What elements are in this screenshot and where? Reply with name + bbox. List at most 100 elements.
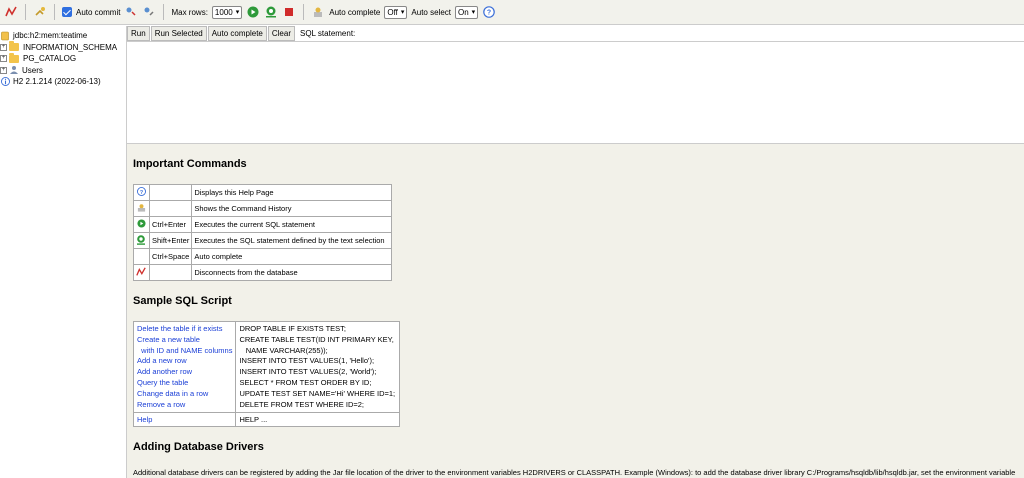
command-key <box>148 184 193 201</box>
sample-link[interactable]: Add another row <box>137 367 232 378</box>
tree-item[interactable]: + INFORMATION_SCHEMA <box>0 41 126 54</box>
info-icon <box>0 77 10 87</box>
commit-icon[interactable] <box>124 5 138 19</box>
sample-sql-line: INSERT INTO TEST VALUES(2, 'World'); <box>239 367 377 377</box>
sql-toolbar: Run Run Selected Auto complete Clear SQL… <box>127 26 1024 41</box>
chevron-down-icon: ▾ <box>471 9 476 16</box>
drivers-title: Adding Database Drivers <box>133 441 264 454</box>
command-key <box>148 200 193 217</box>
auto-complete-select[interactable]: Off ▾ <box>384 5 408 19</box>
sample-sql-line: CREATE TABLE TEST(ID INT PRIMARY KEY, <box>239 334 394 344</box>
auto-complete-label: Auto complete <box>329 7 381 17</box>
command-key: Ctrl+Enter <box>148 216 193 233</box>
commands-table: ? Displays this Help Page Shows the Comm… <box>133 184 393 281</box>
sample-sql-line: DROP TABLE IF EXISTS TEST; <box>239 324 347 333</box>
auto-select-select[interactable]: On ▾ <box>455 5 479 19</box>
command-desc: Shows the Command History <box>191 200 393 217</box>
max-rows-value: 1000 <box>214 7 233 17</box>
object-tree: jdbc:h2:mem:teatime + INFORMATION_SCHEMA… <box>0 26 126 478</box>
drivers-text: Additional database drivers can be regis… <box>133 468 1016 478</box>
run-selected-button[interactable]: Run Selected <box>150 26 207 41</box>
sample-sql-line: UPDATE TEST SET NAME='Hi' WHERE ID=1; <box>239 388 396 398</box>
command-desc: Auto complete <box>191 248 393 265</box>
sample-link[interactable]: Query the table <box>137 378 232 389</box>
refresh-icon[interactable] <box>33 5 47 19</box>
run-icon[interactable] <box>246 5 260 19</box>
max-rows-select[interactable]: 1000 ▾ <box>211 5 243 19</box>
sample-sql-line: SELECT * FROM TEST ORDER BY ID; <box>239 377 372 387</box>
command-icon-cell <box>133 232 150 249</box>
chevron-down-icon: ▾ <box>235 9 240 16</box>
sample-link[interactable]: with ID and NAME columns <box>137 346 232 357</box>
sample-sql-line: DELETE FROM TEST WHERE ID=2; <box>239 399 364 409</box>
table-row: Help HELP ... <box>132 412 401 428</box>
help-sql: HELP ... <box>235 412 401 428</box>
sample-sql-line: NAME VARCHAR(255)); <box>239 345 328 355</box>
toolbar-separator <box>25 4 26 20</box>
table-row: Disconnects from the database <box>133 264 393 281</box>
sample-link[interactable]: Change data in a row <box>137 389 232 400</box>
rollback-icon[interactable] <box>142 5 156 19</box>
disconnect-icon <box>136 267 146 277</box>
sample-sql-title: Sample SQL Script <box>133 295 232 307</box>
help-icon[interactable]: ? <box>482 5 496 19</box>
command-key: Shift+Enter <box>148 232 193 249</box>
users-icon <box>9 65 19 75</box>
toolbar-separator <box>54 4 55 20</box>
history-icon[interactable] <box>311 5 325 19</box>
table-row: Ctrl+Enter Executes the current SQL stat… <box>133 216 393 233</box>
expand-icon[interactable]: + <box>0 66 7 74</box>
help-link[interactable]: Help <box>132 412 237 428</box>
command-icon-cell: ? <box>133 184 150 201</box>
table-row: Delete the table if it exists Create a n… <box>132 320 401 414</box>
command-desc: Executes the SQL statement defined by th… <box>191 232 393 249</box>
svg-text:?: ? <box>139 190 142 196</box>
svg-text:?: ? <box>487 10 491 17</box>
tree-version: H2 2.1.214 (2022-06-13) <box>0 76 126 88</box>
command-desc: Displays this Help Page <box>191 184 393 201</box>
sql-editor[interactable] <box>127 41 1024 144</box>
main-pane: Run Run Selected Auto complete Clear SQL… <box>126 26 1024 478</box>
auto-select-label: Auto select <box>411 7 451 17</box>
sample-link[interactable]: Remove a row <box>137 400 232 411</box>
run-selected-icon[interactable] <box>264 5 278 19</box>
connection-label: jdbc:h2:mem:teatime <box>13 31 88 41</box>
clear-button[interactable]: Clear <box>267 26 295 41</box>
run-selected-icon <box>136 234 146 245</box>
auto-commit-label: Auto commit <box>76 7 121 17</box>
help-panel: Important Commands ? Displays this Help … <box>127 144 1024 478</box>
command-desc: Disconnects from the database <box>191 264 393 281</box>
tree-item-label: INFORMATION_SCHEMA <box>23 42 118 52</box>
folder-icon <box>9 52 19 63</box>
version-label: H2 2.1.214 (2022-06-13) <box>13 77 101 87</box>
table-row: Shows the Command History <box>133 200 393 217</box>
tree-item[interactable]: + PG_CATALOG <box>0 52 126 65</box>
folder-icon <box>9 41 19 52</box>
sample-link[interactable]: Add a new row <box>137 356 232 367</box>
database-icon <box>0 31 10 41</box>
sample-sql-cell: DROP TABLE IF EXISTS TEST; CREATE TABLE … <box>235 320 401 414</box>
auto-select-value: On <box>458 7 469 17</box>
table-row: ? Displays this Help Page <box>133 184 393 201</box>
table-row: Ctrl+Space Auto complete <box>133 248 393 265</box>
command-desc: Executes the current SQL statement <box>191 216 393 233</box>
help-icon: ? <box>136 187 146 197</box>
auto-commit-checkbox[interactable] <box>62 7 72 17</box>
tree-item[interactable]: + Users <box>0 65 126 77</box>
expand-icon[interactable]: + <box>0 43 7 51</box>
tree-connection[interactable]: jdbc:h2:mem:teatime <box>0 30 126 42</box>
command-key: Ctrl+Space <box>148 248 193 265</box>
sample-link[interactable]: Delete the table if it exists <box>137 324 232 335</box>
max-rows-label: Max rows: <box>171 7 208 17</box>
tree-item-label: Users <box>22 65 43 75</box>
chevron-down-icon: ▾ <box>400 9 405 16</box>
expand-icon[interactable]: + <box>0 55 7 63</box>
auto-complete-button[interactable]: Auto complete <box>207 26 267 41</box>
run-icon <box>136 219 146 229</box>
run-button[interactable]: Run <box>127 26 150 41</box>
stop-icon[interactable] <box>282 5 296 19</box>
history-icon <box>136 203 146 213</box>
tree-item-label: PG_CATALOG <box>23 54 77 64</box>
sample-link[interactable]: Create a new table <box>137 335 232 346</box>
disconnect-icon[interactable] <box>4 5 18 19</box>
